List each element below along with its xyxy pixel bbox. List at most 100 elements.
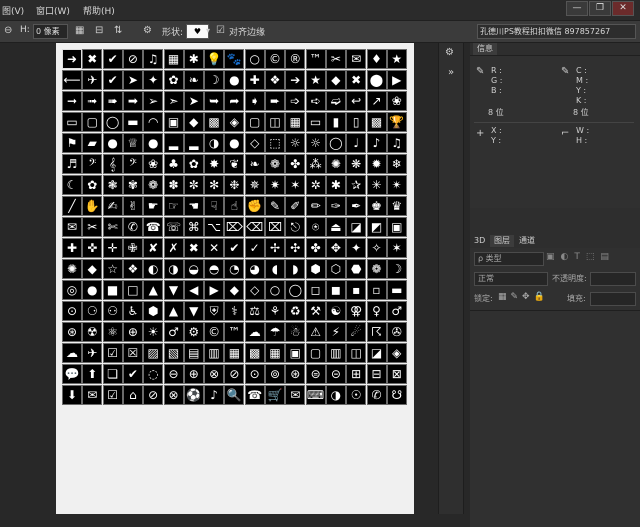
shape-thumbnail[interactable]: ✰ xyxy=(346,175,367,195)
shape-thumbnail[interactable]: ☁ xyxy=(244,322,265,342)
shape-thumbnail[interactable]: ⎋ xyxy=(285,217,306,237)
shape-thumbnail[interactable]: ❄ xyxy=(386,154,407,174)
shape-thumbnail[interactable]: ▰ xyxy=(82,133,103,153)
shape-thumbnail[interactable]: ◻ xyxy=(305,280,326,300)
shape-thumbnail[interactable]: ® xyxy=(285,49,306,69)
shape-thumbnail[interactable]: □ xyxy=(122,280,143,300)
shape-thumbnail[interactable]: ● xyxy=(224,133,245,153)
shape-thumbnail[interactable]: ✖ xyxy=(183,238,204,258)
shape-thumbnail[interactable]: ◫ xyxy=(265,112,285,132)
shape-thumbnail[interactable]: ☏ xyxy=(163,217,184,237)
shape-thumbnail[interactable]: ➔ xyxy=(285,70,306,90)
shape-thumbnail[interactable]: ▦ xyxy=(265,343,285,363)
shape-thumbnail[interactable]: ✎ xyxy=(265,196,285,216)
shape-thumbnail[interactable]: ● xyxy=(82,280,103,300)
shape-thumbnail[interactable]: ✧ xyxy=(366,238,387,258)
shape-thumbnail[interactable]: ● xyxy=(143,133,164,153)
shape-thumbnail[interactable]: ◯ xyxy=(325,133,346,153)
shape-thumbnail[interactable]: ➤ xyxy=(122,70,143,90)
shape-thumbnail[interactable]: ⚽ xyxy=(183,385,204,405)
shape-thumbnail[interactable]: ◆ xyxy=(183,112,204,132)
shape-thumbnail[interactable]: ⊟ xyxy=(366,364,387,384)
shape-thumbnail[interactable]: ◫ xyxy=(346,343,367,363)
shape-thumbnail[interactable]: ⬇ xyxy=(62,385,82,405)
shape-thumbnail[interactable]: ❀ xyxy=(386,91,407,111)
shape-thumbnail[interactable]: ★ xyxy=(386,49,407,69)
shape-thumbnail[interactable]: ✿ xyxy=(183,154,204,174)
shape-thumbnail[interactable]: ◆ xyxy=(224,280,245,300)
shape-thumbnail[interactable]: ✦ xyxy=(143,70,164,90)
shape-thumbnail[interactable]: ❋ xyxy=(346,154,367,174)
shape-thumbnail[interactable]: ● xyxy=(102,133,123,153)
shape-thumbnail[interactable]: ♂ xyxy=(386,301,407,321)
shape-thumbnail[interactable]: ◇ xyxy=(244,133,265,153)
shape-thumbnail[interactable]: ◗ xyxy=(285,259,306,279)
minimize-button[interactable]: — xyxy=(566,1,588,16)
shape-thumbnail[interactable]: ✆ xyxy=(122,217,143,237)
shape-thumbnail[interactable]: ⊘ xyxy=(224,364,245,384)
shape-thumbnail[interactable]: ▂ xyxy=(183,133,204,153)
shape-thumbnail[interactable]: ✏ xyxy=(305,196,326,216)
shape-thumbnail[interactable]: ⌧ xyxy=(265,217,285,237)
close-button[interactable]: ✕ xyxy=(612,1,634,16)
shape-thumbnail[interactable]: ✙ xyxy=(122,238,143,258)
restore-button[interactable]: ❐ xyxy=(589,1,611,16)
shape-thumbnail[interactable]: ❁ xyxy=(143,175,164,195)
shape-thumbnail[interactable]: ➢ xyxy=(143,91,164,111)
shape-thumbnail[interactable]: ▭ xyxy=(305,112,326,132)
shape-thumbnail[interactable]: ❖ xyxy=(122,259,143,279)
shape-thumbnail[interactable]: ⊗ xyxy=(163,385,184,405)
shape-thumbnail[interactable]: ✴ xyxy=(386,175,407,195)
shape-thumbnail[interactable]: ○ xyxy=(244,49,265,69)
shape-thumbnail[interactable]: ✷ xyxy=(265,175,285,195)
shape-thumbnail[interactable]: ☀ xyxy=(143,322,164,342)
shape-thumbnail[interactable]: ◪ xyxy=(366,343,387,363)
shape-thumbnail[interactable]: ⬢ xyxy=(143,301,164,321)
shape-thumbnail[interactable]: ⍟ xyxy=(305,217,326,237)
shape-thumbnail[interactable]: ⚙ xyxy=(183,322,204,342)
shape-thumbnail[interactable]: ▬ xyxy=(386,280,407,300)
shape-thumbnail[interactable]: ✈ xyxy=(82,70,103,90)
shape-thumbnail[interactable]: ▩ xyxy=(204,112,225,132)
shape-thumbnail[interactable]: ♚ xyxy=(366,196,387,216)
shape-thumbnail[interactable]: ➡ xyxy=(122,91,143,111)
shape-thumbnail[interactable]: ⬤ xyxy=(366,70,387,90)
shape-thumbnail[interactable]: ⚘ xyxy=(265,301,285,321)
shape-thumbnail[interactable]: ◓ xyxy=(204,259,225,279)
tab-channels[interactable]: 通道 xyxy=(515,235,539,247)
shape-thumbnail[interactable]: 💡 xyxy=(204,49,225,69)
shape-thumbnail[interactable]: ☒ xyxy=(122,343,143,363)
shape-thumbnail[interactable]: ▦ xyxy=(285,112,306,132)
blend-mode-select[interactable]: 正常 xyxy=(474,272,548,286)
shape-thumbnail[interactable]: ☚ xyxy=(183,196,204,216)
shape-thumbnail[interactable]: ⊗ xyxy=(204,364,225,384)
shape-thumbnail[interactable]: ⚖ xyxy=(244,301,265,321)
path-align-icon[interactable]: ⊟ xyxy=(95,25,103,37)
shape-thumbnail[interactable]: ✲ xyxy=(305,175,326,195)
shape-thumbnail[interactable]: ♪ xyxy=(204,385,225,405)
shape-thumbnail[interactable]: ✐ xyxy=(285,196,306,216)
tab-layers[interactable]: 图层 xyxy=(490,235,514,247)
menu-help[interactable]: 帮助(H) xyxy=(83,4,115,17)
shape-thumbnail[interactable]: ↗ xyxy=(366,91,387,111)
shape-thumbnail[interactable]: ◆ xyxy=(82,259,103,279)
shape-thumbnail[interactable]: ✶ xyxy=(386,238,407,258)
shape-thumbnail[interactable]: ✖ xyxy=(82,49,103,69)
shape-thumbnail[interactable]: ◑ xyxy=(204,133,225,153)
shape-thumbnail[interactable]: ☎ xyxy=(143,217,164,237)
shape-thumbnail[interactable]: ⬡ xyxy=(325,259,346,279)
shape-thumbnail[interactable]: ✔ xyxy=(224,238,245,258)
shape-thumbnail[interactable]: ⚆ xyxy=(82,301,103,321)
shape-thumbnail[interactable]: ⊝ xyxy=(325,364,346,384)
shape-thumbnail[interactable]: ◒ xyxy=(183,259,204,279)
shape-thumbnail[interactable]: ✳ xyxy=(366,175,387,195)
shape-thumbnail[interactable]: ▣ xyxy=(163,112,184,132)
shape-thumbnail[interactable]: ⊕ xyxy=(122,322,143,342)
shape-thumbnail[interactable]: ♿ xyxy=(122,301,143,321)
shape-thumbnail[interactable]: ✂ xyxy=(325,49,346,69)
shape-thumbnail[interactable]: ✿ xyxy=(163,70,184,90)
shape-thumbnail[interactable]: ▭ xyxy=(62,112,82,132)
shape-thumbnail[interactable]: ➩ xyxy=(285,91,306,111)
shape-thumbnail[interactable]: ▦ xyxy=(163,49,184,69)
shape-thumbnail[interactable]: ✹ xyxy=(366,154,387,174)
